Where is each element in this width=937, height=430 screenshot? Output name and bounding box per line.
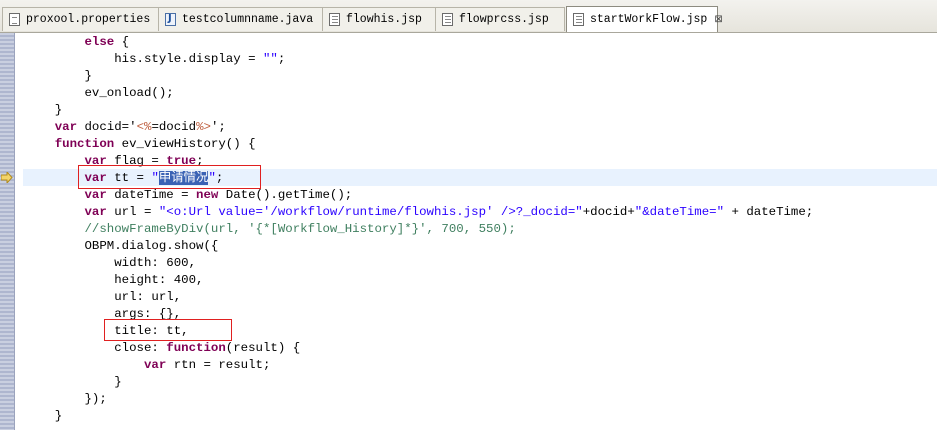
close-tab-icon[interactable]: ⊠	[714, 14, 722, 25]
keyword: function	[166, 341, 226, 355]
code-line: close: function(result) {	[25, 340, 813, 357]
code-text: docid='	[77, 120, 137, 134]
code-line: var url = "<o:Url value='/workflow/runti…	[25, 204, 814, 221]
tab-label: flowprcss.jsp	[459, 13, 549, 26]
code-text: }	[54, 103, 63, 117]
code-line: else {	[25, 34, 813, 51]
jsp-file-icon	[329, 13, 340, 26]
code-text: rtn = result;	[166, 358, 271, 372]
tab-testcolumnname-java[interactable]: testcolumnname.java	[158, 7, 323, 31]
code-text: his.style.display =	[114, 52, 263, 66]
code-line: url: url,	[25, 289, 813, 306]
code-text: });	[84, 392, 107, 406]
code-line: }	[25, 68, 813, 85]
code-text: }	[54, 409, 63, 423]
java-file-icon	[165, 13, 176, 26]
jsp-file-icon	[442, 13, 453, 26]
code-line: }	[25, 408, 813, 425]
debug-arrow-icon	[1, 172, 13, 183]
code-text: OBPM.dialog.show({	[84, 239, 219, 253]
keyword: var	[84, 188, 107, 202]
annotation-box-tt-declaration	[78, 165, 261, 189]
tab-label: flowhis.jsp	[346, 13, 422, 26]
code-text: ev_viewHistory() {	[114, 137, 256, 151]
tab-flowprcss-jsp[interactable]: flowprcss.jsp	[435, 7, 565, 31]
code-text: }	[84, 69, 92, 83]
code-text: +docid+	[582, 205, 635, 219]
editor-tab-bar: proxool.properties testcolumnname.java f…	[0, 0, 937, 33]
code-text: height: 400,	[114, 273, 204, 287]
jsp-tag: %>	[196, 120, 211, 134]
code-text: + dateTime;	[724, 205, 814, 219]
tab-flowhis-jsp[interactable]: flowhis.jsp	[322, 7, 436, 31]
keyword: var	[143, 358, 167, 372]
code-text: width: 600,	[114, 256, 197, 270]
code-line: OBPM.dialog.show({	[25, 238, 813, 255]
code-text: {	[114, 35, 130, 49]
tab-label: startWorkFlow.jsp	[590, 13, 708, 26]
tab-startworkflow-jsp[interactable]: startWorkFlow.jsp ⊠	[566, 6, 723, 32]
code-text: url =	[106, 205, 159, 219]
annotation-box-title-property	[104, 319, 232, 341]
code-text: close:	[114, 341, 167, 355]
properties-file-icon	[9, 13, 20, 26]
code-text: ';	[210, 120, 226, 134]
tab-label: testcolumnname.java	[182, 13, 314, 26]
code-line: ev_onload();	[25, 85, 813, 102]
code-text: url: url,	[114, 290, 182, 304]
code-text: ;	[277, 52, 286, 66]
keyword: function	[54, 137, 115, 151]
comment: //showFrameByDiv(url, '{*[Workflow_Histo…	[84, 222, 516, 236]
code-line: var docid='<%=docid%>';	[25, 119, 813, 136]
code-line: //showFrameByDiv(url, '{*[Workflow_Histo…	[25, 221, 813, 238]
tab-label: proxool.properties	[26, 13, 151, 26]
keyword: var	[54, 120, 78, 134]
code-text: dateTime =	[106, 188, 197, 202]
keyword: var	[84, 205, 107, 219]
code-editor[interactable]: else { his.style.display = ""; } ev_onlo…	[25, 34, 814, 425]
code-line: var rtn = result;	[25, 357, 813, 374]
code-text: ev_onload();	[84, 86, 174, 100]
code-line: });	[25, 391, 813, 408]
overview-ruler[interactable]	[0, 33, 15, 430]
code-text: Date().getTime();	[218, 188, 353, 202]
code-line: var dateTime = new Date().getTime();	[25, 187, 813, 204]
code-line: his.style.display = "";	[25, 51, 813, 68]
code-line: height: 400,	[25, 272, 813, 289]
code-line: }	[25, 102, 813, 119]
code-text: (result) {	[225, 341, 301, 355]
jsp-tag: <%	[136, 120, 152, 134]
code-line: function ev_viewHistory() {	[25, 136, 813, 153]
jsp-file-icon	[573, 13, 584, 26]
code-text: }	[114, 375, 122, 389]
keyword: new	[196, 188, 219, 202]
string-literal: "&dateTime="	[634, 205, 725, 219]
tab-proxool-properties[interactable]: proxool.properties	[2, 7, 159, 31]
keyword: else	[84, 35, 115, 49]
code-line: }	[25, 374, 813, 391]
string-literal: ""	[262, 52, 278, 66]
string-literal: "<o:Url value='/workflow/runtime/flowhis…	[158, 205, 583, 219]
code-text: =docid	[151, 120, 197, 134]
editor-gutter	[15, 33, 23, 430]
code-line: width: 600,	[25, 255, 813, 272]
